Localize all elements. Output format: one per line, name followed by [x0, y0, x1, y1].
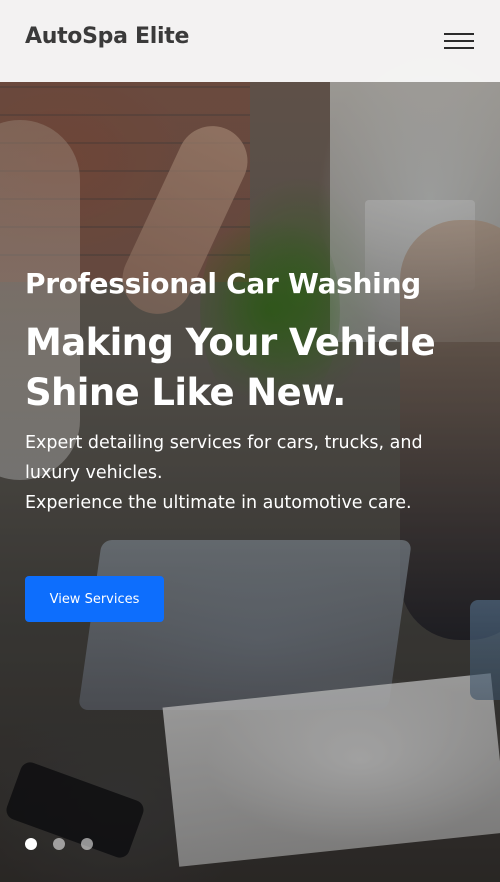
brand-logo[interactable]: AutoSpa Elite [25, 24, 189, 49]
hero-eyebrow: Professional Car Washing [25, 267, 421, 300]
hero-headline: Making Your Vehicle Shine Like New. [25, 318, 480, 418]
hero-section: Professional Car Washing Making Your Veh… [0, 0, 500, 882]
hero-content: Professional Car Washing Making Your Veh… [25, 262, 480, 518]
carousel-dot-2[interactable] [53, 838, 65, 850]
hero-headline-line-2: Shine Like New. [25, 371, 346, 414]
hero-headline-line-1: Making Your Vehicle [25, 321, 436, 364]
carousel-dot-1[interactable] [25, 838, 37, 850]
hero-description: Expert detailing services for cars, truc… [25, 428, 480, 518]
carousel-dot-3[interactable] [81, 838, 93, 850]
menu-line-top [444, 33, 474, 35]
hamburger-menu-icon[interactable] [444, 31, 476, 51]
menu-line-middle [444, 40, 474, 42]
hero-description-line-2: luxury vehicles. [25, 463, 163, 483]
menu-line-bottom [444, 47, 474, 49]
hero-description-line-3: Experience the ultimate in automotive ca… [25, 493, 412, 513]
hero-description-line-1: Expert detailing services for cars, truc… [25, 433, 423, 453]
view-services-button[interactable]: View Services [25, 576, 164, 622]
site-header: AutoSpa Elite [0, 0, 500, 82]
